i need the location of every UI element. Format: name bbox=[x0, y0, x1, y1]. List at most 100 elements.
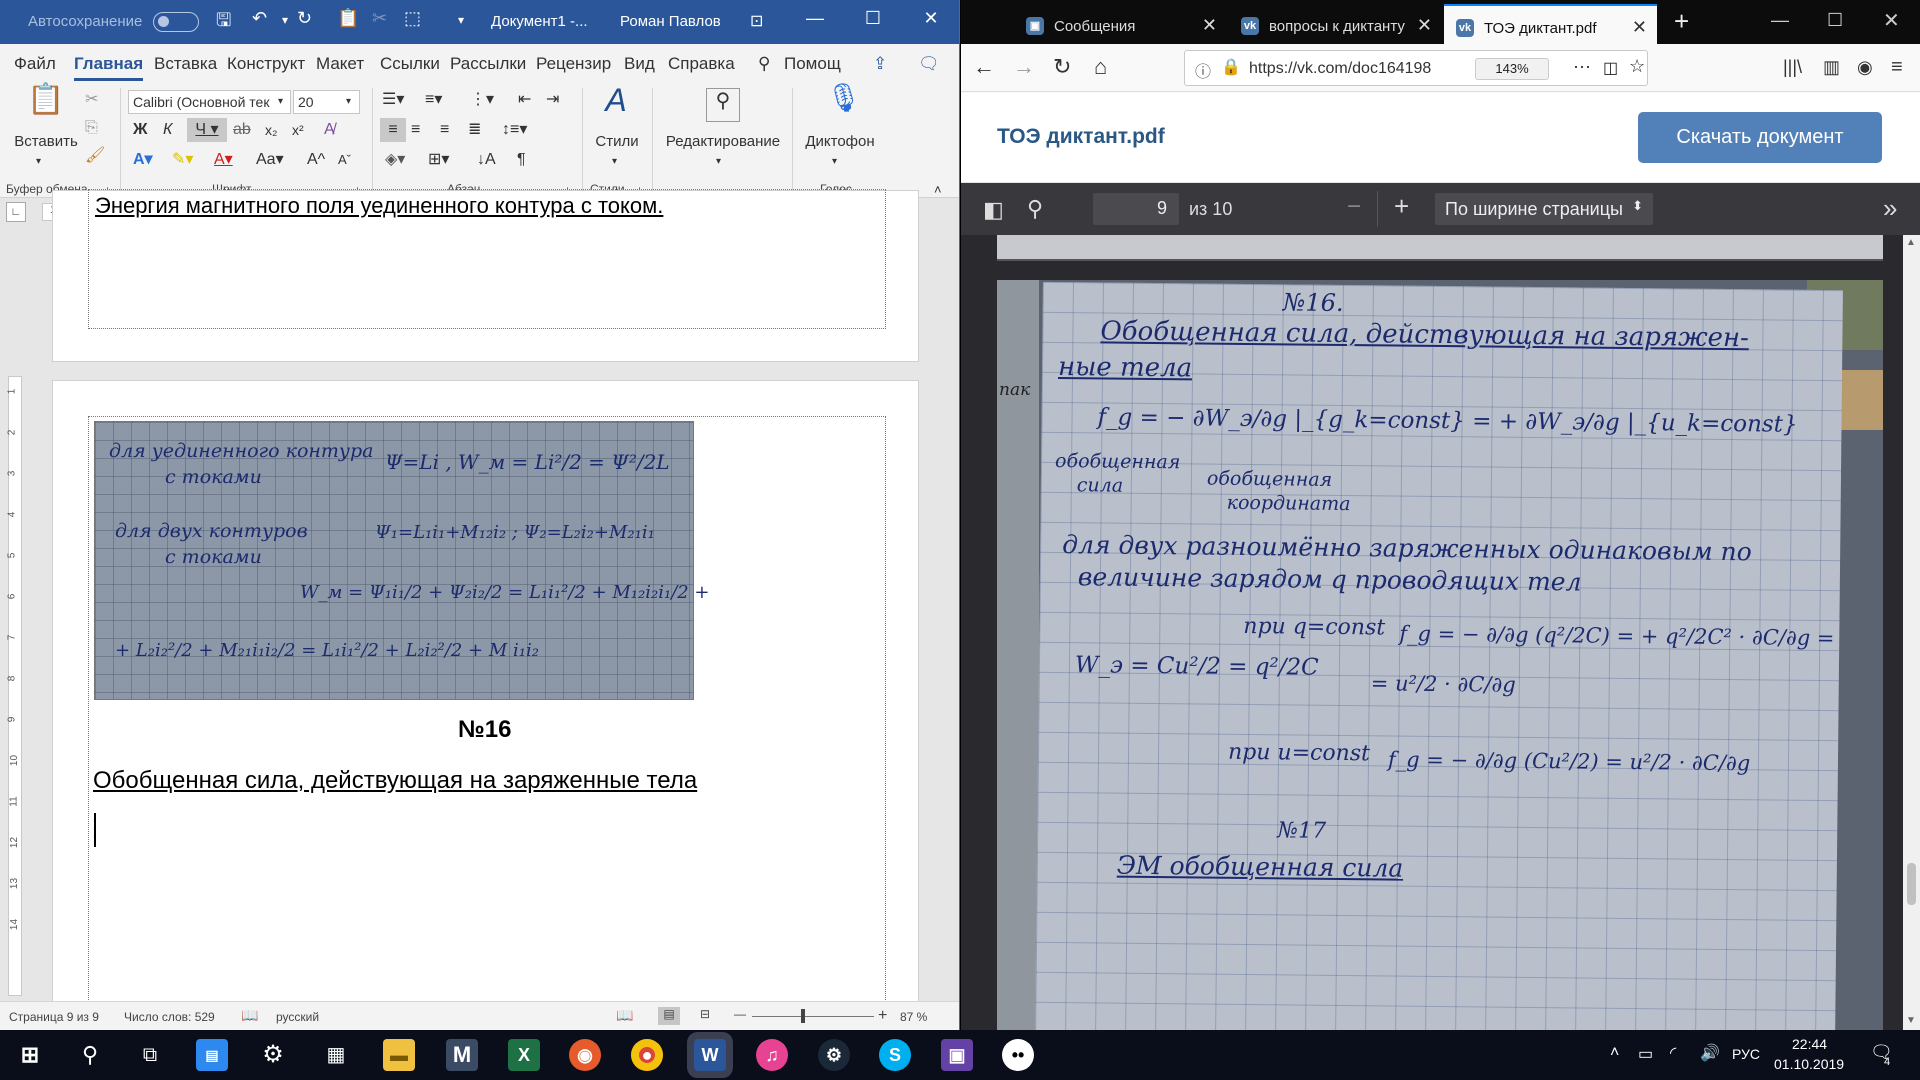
tab-close-icon[interactable]: ✕ bbox=[1202, 15, 1217, 36]
tell-me-search[interactable]: Помощ bbox=[784, 54, 841, 74]
shading-icon[interactable]: ◈▾ bbox=[385, 148, 405, 172]
dictate-dropdown-icon[interactable]: ▾ bbox=[832, 150, 837, 174]
reload-icon[interactable]: ↻ bbox=[1053, 54, 1071, 80]
page-number-input[interactable]: 9 bbox=[1093, 193, 1179, 225]
share-icon[interactable]: ⇪ bbox=[873, 54, 887, 74]
sidebar-toggle-icon[interactable]: ◧ bbox=[983, 197, 1004, 223]
strikethrough-icon[interactable]: ab bbox=[233, 118, 251, 142]
styles-icon[interactable]: A bbox=[594, 84, 638, 128]
paste-button[interactable]: Вставить bbox=[8, 130, 84, 154]
paste-dropdown-icon[interactable]: ▾ bbox=[36, 150, 41, 174]
print-layout-icon[interactable]: ▤ bbox=[658, 1007, 680, 1025]
page-count[interactable]: Страница 9 из 9 bbox=[9, 1010, 99, 1024]
embedded-notebook-image[interactable]: для уединенного контура с токами Ψ=Li , … bbox=[94, 421, 710, 700]
file-explorer-icon[interactable]: ▬ bbox=[383, 1039, 415, 1071]
decrease-indent-icon[interactable]: ⇤ bbox=[518, 88, 531, 112]
proofing-icon[interactable]: 📖 bbox=[241, 1007, 258, 1024]
excel-icon[interactable]: X bbox=[508, 1039, 540, 1071]
clock-date[interactable]: 01.10.2019 bbox=[1774, 1056, 1844, 1072]
calculator-icon[interactable]: ▦ bbox=[320, 1039, 352, 1071]
zoom-in-button[interactable]: + bbox=[878, 1007, 887, 1025]
minimize-button[interactable]: — bbox=[792, 8, 838, 36]
steam-icon[interactable]: ⚙ bbox=[818, 1039, 850, 1071]
sidebar-icon[interactable]: ▥ bbox=[1823, 57, 1840, 78]
clear-formatting-icon[interactable]: A̸ bbox=[324, 118, 335, 142]
scroll-down-icon[interactable]: ▼ bbox=[1906, 1015, 1916, 1026]
url-text[interactable]: https://vk.com/doc164198 bbox=[1249, 60, 1431, 78]
forward-icon[interactable]: → bbox=[1013, 54, 1035, 80]
bullets-icon[interactable]: ☰▾ bbox=[382, 88, 404, 112]
tab-file[interactable]: Файл bbox=[14, 54, 56, 74]
task-view-icon[interactable]: ⧉ bbox=[134, 1039, 166, 1071]
tab-selector[interactable]: ∟ bbox=[6, 202, 26, 222]
battery-icon[interactable]: ▭ bbox=[1638, 1044, 1653, 1064]
contacts-app-icon[interactable]: ▤ bbox=[196, 1039, 228, 1071]
search-icon[interactable]: ⚲ bbox=[758, 54, 770, 74]
tab-mailings[interactable]: Рассылки bbox=[450, 54, 526, 74]
undo-icon[interactable]: ↶ bbox=[252, 8, 267, 29]
zoom-select[interactable]: По ширине страницы ⬍ bbox=[1435, 193, 1653, 225]
info-icon[interactable]: ⓘ bbox=[1195, 58, 1211, 82]
find-icon[interactable]: ⚲ bbox=[706, 88, 740, 122]
tab-questions[interactable]: vk вопросы к диктанту ✕ bbox=[1229, 4, 1442, 44]
pdf-scrollbar[interactable]: ▲ ▼ bbox=[1903, 235, 1920, 1030]
zoom-level[interactable]: 87 % bbox=[900, 1010, 927, 1024]
tools-menu-icon[interactable]: » bbox=[1883, 193, 1897, 224]
back-icon[interactable]: ← bbox=[973, 54, 995, 80]
tab-layout[interactable]: Макет bbox=[316, 54, 364, 74]
italic-icon[interactable]: К bbox=[163, 118, 172, 142]
search-icon[interactable]: ⚲ bbox=[74, 1039, 106, 1071]
sort-icon[interactable]: ↓A bbox=[477, 148, 496, 172]
comments-icon[interactable]: 🗨 bbox=[918, 54, 940, 74]
find-icon[interactable]: ⚲ bbox=[1027, 196, 1043, 222]
select-icon[interactable]: ⬚ bbox=[404, 8, 421, 29]
shrink-font-icon[interactable]: Aˇ bbox=[338, 148, 351, 172]
ribbon-display-icon[interactable]: ⊡ bbox=[750, 11, 763, 31]
paste-icon[interactable]: 📋 bbox=[22, 85, 70, 128]
show-marks-icon[interactable]: ¶ bbox=[517, 148, 526, 172]
user-name[interactable]: Роман Павлов bbox=[620, 13, 721, 30]
zoom-out-button[interactable]: — bbox=[734, 1007, 746, 1021]
subscript-icon[interactable]: x₂ bbox=[265, 118, 277, 142]
line-spacing-icon[interactable]: ↕≡▾ bbox=[502, 118, 527, 142]
chrome-icon[interactable]: ● bbox=[631, 1039, 663, 1071]
twitch-icon[interactable]: ▣ bbox=[941, 1039, 973, 1071]
tab-references[interactable]: Ссылки bbox=[380, 54, 440, 74]
maximize-button[interactable]: ☐ bbox=[850, 8, 896, 36]
settings-icon[interactable]: ⚙ bbox=[257, 1039, 289, 1071]
copy-icon[interactable]: ⎘ bbox=[85, 116, 98, 140]
word-count[interactable]: Число слов: 529 bbox=[124, 1010, 215, 1024]
font-name-box[interactable]: Calibri (Основной тек bbox=[128, 90, 291, 114]
increase-indent-icon[interactable]: ⇥ bbox=[546, 88, 559, 112]
align-right-icon[interactable]: ≡ bbox=[440, 118, 449, 142]
tab-help[interactable]: Справка bbox=[668, 54, 735, 74]
lock-icon[interactable]: 🔒 bbox=[1221, 57, 1241, 77]
font-color-icon[interactable]: A▾ bbox=[214, 148, 233, 172]
tab-close-icon[interactable]: ✕ bbox=[1417, 15, 1432, 36]
read-mode-icon[interactable]: 📖 bbox=[616, 1007, 633, 1024]
multilevel-icon[interactable]: ⋮▾ bbox=[470, 88, 494, 112]
web-layout-icon[interactable]: ⊟ bbox=[700, 1007, 710, 1021]
close-button[interactable]: ✕ bbox=[1883, 8, 1900, 33]
zoom-in-icon[interactable]: + bbox=[1394, 191, 1409, 222]
customize-qat-icon[interactable]: ▾ bbox=[458, 13, 464, 27]
zoom-out-icon[interactable]: − bbox=[1347, 193, 1361, 221]
tray-overflow-icon[interactable]: ˄ bbox=[1610, 1044, 1619, 1062]
bold-icon[interactable]: Ж bbox=[133, 118, 147, 142]
pocket-icon[interactable]: ◫ bbox=[1603, 58, 1618, 78]
numbering-icon[interactable]: ≡▾ bbox=[425, 88, 442, 112]
wifi-icon[interactable]: ◜ bbox=[1670, 1043, 1676, 1063]
home-icon[interactable]: ⌂ bbox=[1094, 54, 1107, 80]
menu-icon[interactable]: ≡ bbox=[1891, 56, 1903, 79]
clock-time[interactable]: 22:44 bbox=[1792, 1036, 1827, 1052]
font-name-dropdown-icon[interactable]: ▾ bbox=[278, 90, 283, 114]
editing-dropdown-icon[interactable]: ▾ bbox=[716, 150, 721, 174]
redo-icon[interactable]: ↻ bbox=[297, 8, 312, 29]
skype-icon[interactable]: S bbox=[879, 1039, 911, 1071]
justify-icon[interactable]: ≣ bbox=[468, 118, 481, 142]
zoom-slider[interactable] bbox=[752, 1016, 874, 1017]
close-button[interactable]: ✕ bbox=[908, 8, 954, 36]
microphone-icon[interactable]: 🎙 bbox=[826, 84, 862, 126]
scroll-thumb[interactable] bbox=[1907, 863, 1916, 905]
account-icon[interactable]: ◉ bbox=[1857, 57, 1873, 78]
